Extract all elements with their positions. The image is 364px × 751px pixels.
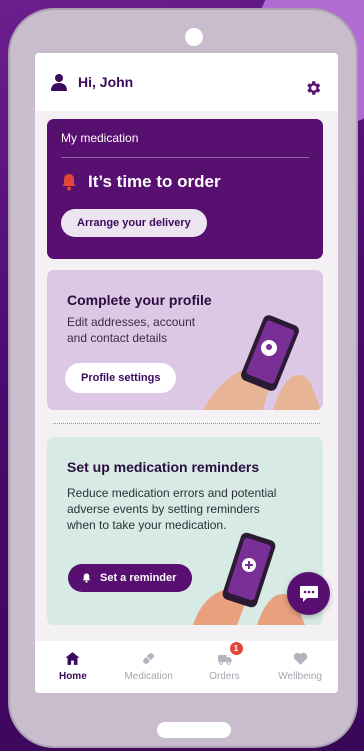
chat-icon bbox=[299, 585, 318, 602]
divider bbox=[61, 157, 309, 158]
tab-label: Medication bbox=[124, 671, 173, 682]
medication-card-title: My medication bbox=[61, 131, 139, 145]
tab-medication[interactable]: Medication bbox=[111, 641, 187, 693]
pill-icon bbox=[143, 653, 154, 664]
tab-label: Home bbox=[58, 671, 87, 682]
tab-home[interactable]: Home bbox=[35, 641, 111, 693]
home-icon bbox=[65, 652, 80, 665]
home-indicator[interactable] bbox=[157, 722, 231, 738]
tab-orders[interactable]: 1 Orders bbox=[187, 641, 263, 693]
tab-wellbeing[interactable]: Wellbeing bbox=[262, 641, 338, 693]
set-reminder-label: Set a reminder bbox=[100, 572, 177, 584]
reminder-card-title: Set up medication reminders bbox=[67, 459, 260, 475]
reminder-card-description: Reduce medication errors and potential a… bbox=[67, 486, 277, 532]
orders-badge: 1 bbox=[229, 642, 243, 655]
medication-card[interactable]: My medication It’s time to order Arrange… bbox=[47, 119, 323, 259]
hand-phone-illustration bbox=[203, 315, 321, 410]
profile-card[interactable]: Complete your profile Edit addresses, ac… bbox=[47, 270, 323, 410]
tab-label: Wellbeing bbox=[278, 671, 322, 682]
camera-dot bbox=[185, 28, 203, 46]
profile-card-title: Complete your profile bbox=[67, 292, 212, 308]
order-alert: It’s time to order bbox=[61, 172, 309, 192]
top-bar: Hi, John bbox=[35, 53, 338, 111]
heart-icon bbox=[293, 652, 307, 665]
truck-icon bbox=[218, 654, 232, 665]
reminder-card[interactable]: Set up medication reminders Reduce medic… bbox=[47, 437, 323, 625]
profile-settings-button[interactable]: Profile settings bbox=[65, 363, 177, 393]
tab-bar: Home Medication 1 Orders Wellbeing bbox=[35, 641, 338, 693]
section-separator bbox=[53, 423, 320, 424]
greeting-text: Hi, John bbox=[78, 74, 134, 90]
gear-icon[interactable] bbox=[304, 79, 322, 97]
tab-label: Orders bbox=[209, 671, 240, 682]
arrange-delivery-button[interactable]: Arrange your delivery bbox=[61, 209, 207, 237]
order-alert-text: It’s time to order bbox=[88, 172, 221, 191]
chat-button[interactable] bbox=[287, 572, 330, 615]
bell-icon bbox=[62, 174, 76, 191]
bell-icon bbox=[82, 573, 91, 583]
user-icon[interactable] bbox=[51, 73, 67, 91]
